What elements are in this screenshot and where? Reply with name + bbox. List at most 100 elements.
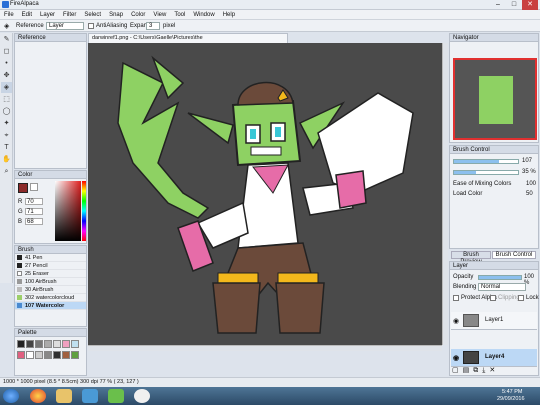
- palette-swatch[interactable]: [62, 340, 70, 348]
- antialiasing-checkbox[interactable]: [88, 23, 94, 29]
- brush-item-watercolor[interactable]: 107 Watercolor: [15, 302, 86, 310]
- file-explorer-icon[interactable]: [56, 389, 72, 403]
- lasso-tool-icon[interactable]: ◯: [1, 106, 12, 117]
- primary-color-swatch[interactable]: [18, 183, 28, 193]
- b-label: B: [18, 219, 23, 225]
- palette-swatch[interactable]: [71, 351, 79, 359]
- brush-item-eraser[interactable]: 25 Eraser: [15, 270, 86, 278]
- menu-filter[interactable]: Filter: [59, 10, 80, 20]
- eye-icon[interactable]: ◉: [453, 317, 459, 325]
- lock-checkbox[interactable]: [518, 295, 524, 301]
- palette-swatch[interactable]: [35, 340, 43, 348]
- text-tool-icon[interactable]: T: [1, 142, 12, 153]
- load-color-value: 50: [526, 191, 533, 197]
- start-button-icon[interactable]: [3, 389, 19, 403]
- new-layer-icon[interactable]: ▢: [452, 367, 463, 374]
- eye-icon[interactable]: ◉: [453, 354, 459, 362]
- media-player-icon[interactable]: [82, 389, 98, 403]
- palette-swatch[interactable]: [17, 351, 25, 359]
- canvas-scrollbar-horizontal[interactable]: [88, 345, 442, 351]
- menu-view[interactable]: View: [149, 10, 170, 20]
- brush-tool-icon[interactable]: ✎: [1, 34, 12, 45]
- clipping-checkbox[interactable]: [490, 295, 496, 301]
- reference-label: Reference: [16, 23, 44, 29]
- brush-size-value: 107: [522, 158, 533, 164]
- brush-name: Pen: [32, 255, 43, 261]
- hand-tool-icon[interactable]: ✋: [1, 154, 12, 165]
- maximize-button[interactable]: □: [506, 0, 522, 10]
- hue-slider[interactable]: [82, 181, 86, 241]
- palette-swatch[interactable]: [71, 340, 79, 348]
- b-input[interactable]: 68: [25, 218, 43, 225]
- palette-swatch[interactable]: [53, 351, 61, 359]
- right-boot-band: [277, 272, 319, 284]
- eyedropper-tool-icon[interactable]: ⌖: [1, 130, 12, 141]
- brush-item-pen[interactable]: 41 Pen: [15, 254, 86, 262]
- lock-label: Lock: [526, 295, 539, 301]
- expand-select[interactable]: 3: [146, 22, 160, 30]
- duplicate-layer-icon[interactable]: ⧉: [473, 367, 482, 374]
- move-tool-icon[interactable]: ✥: [1, 70, 12, 81]
- menu-layer[interactable]: Layer: [36, 10, 59, 20]
- brush-item-airbrush-2[interactable]: 30 AirBrush: [15, 286, 86, 294]
- blending-select[interactable]: Normal: [478, 283, 526, 291]
- layer-row-layer1[interactable]: ◉ Layer1: [451, 312, 537, 330]
- chrome-icon[interactable]: [30, 389, 46, 403]
- menu-help[interactable]: Help: [219, 10, 239, 20]
- minimize-button[interactable]: –: [490, 0, 506, 10]
- menu-window[interactable]: Window: [189, 10, 218, 20]
- palette-swatch[interactable]: [17, 340, 25, 348]
- brush-name: Pencil: [32, 263, 48, 269]
- document-tab[interactable]: darwinref1.png - C:\Users\Gaelle\Picture…: [88, 33, 288, 50]
- navigator-preview[interactable]: [453, 58, 537, 140]
- canvas-scrollbar-vertical[interactable]: [442, 43, 448, 345]
- r-input[interactable]: 70: [25, 198, 43, 205]
- tab-brush-preview[interactable]: Brush Preview: [451, 251, 491, 265]
- brush-size-slider[interactable]: [453, 159, 519, 164]
- firealpaca-taskbar-icon[interactable]: [108, 389, 124, 403]
- palette-panel-title: Palette: [15, 329, 86, 337]
- menu-tool[interactable]: Tool: [170, 10, 189, 20]
- brush-item-airbrush[interactable]: 100 AirBrush: [15, 278, 86, 286]
- tab-brush-control[interactable]: Brush Control: [492, 251, 536, 259]
- palette-swatch[interactable]: [35, 351, 43, 359]
- brush-item-pencil[interactable]: 27 Pencil: [15, 262, 86, 270]
- brush-size: 107: [25, 303, 35, 309]
- menu-edit[interactable]: Edit: [18, 10, 36, 20]
- palette-swatch[interactable]: [26, 351, 34, 359]
- color-picker-square[interactable]: [55, 181, 81, 241]
- zoom-tool-icon[interactable]: ⌕: [1, 166, 12, 177]
- close-button[interactable]: ✕: [522, 0, 538, 10]
- palette-swatch[interactable]: [26, 340, 34, 348]
- artwork-canvas[interactable]: [88, 43, 442, 345]
- canvas-area[interactable]: [88, 43, 442, 345]
- delete-layer-icon[interactable]: ✕: [489, 367, 499, 374]
- eraser-tool-icon[interactable]: ◻: [1, 46, 12, 57]
- layer-row-layer4[interactable]: ◉ Layer4: [451, 349, 537, 367]
- pingu-app-icon[interactable]: [134, 389, 150, 403]
- g-input[interactable]: 71: [25, 208, 43, 215]
- brush-swatch-icon: [17, 271, 22, 277]
- magic-wand-tool-icon[interactable]: ✦: [1, 118, 12, 129]
- layer-opacity-slider[interactable]: [478, 275, 522, 280]
- dot-tool-icon[interactable]: •: [1, 58, 12, 69]
- brush-item-watercolorcloud[interactable]: 302 watercolorcloud: [15, 294, 86, 302]
- brush-size: 302: [25, 295, 35, 301]
- layer-name: Layer4: [485, 354, 505, 360]
- menu-file[interactable]: File: [0, 10, 18, 20]
- palette-swatch[interactable]: [62, 351, 70, 359]
- select-tool-icon[interactable]: ⬚: [1, 94, 12, 105]
- secondary-color-swatch[interactable]: [30, 183, 38, 191]
- menu-select[interactable]: Select: [80, 10, 105, 20]
- reference-select[interactable]: Layer: [46, 22, 84, 30]
- brush-opacity-slider[interactable]: [453, 170, 519, 175]
- layer-name: Layer1: [485, 317, 504, 323]
- fill-tool-icon[interactable]: ◈: [1, 82, 12, 93]
- palette-swatch[interactable]: [53, 340, 61, 348]
- menu-color[interactable]: Color: [127, 10, 149, 20]
- protect-alpha-checkbox[interactable]: [453, 295, 459, 301]
- menu-snap[interactable]: Snap: [105, 10, 127, 20]
- palette-swatch[interactable]: [44, 340, 52, 348]
- palette-swatch[interactable]: [44, 351, 52, 359]
- folder-icon[interactable]: ▤: [463, 367, 474, 374]
